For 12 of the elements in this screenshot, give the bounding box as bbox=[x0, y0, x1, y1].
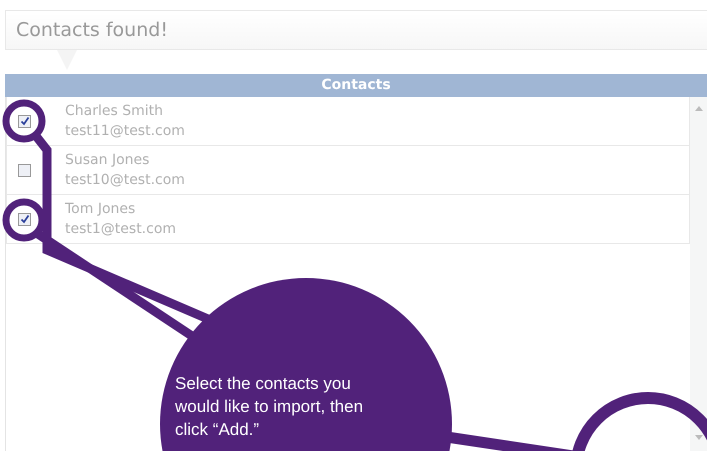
contacts-header: Contacts bbox=[5, 74, 707, 97]
message-banner: Contacts found! bbox=[5, 10, 707, 50]
contact-row[interactable]: Charles Smith test11@test.com bbox=[6, 97, 690, 146]
contact-email: test11@test.com bbox=[65, 122, 185, 141]
callout-text: Select the contacts you would like to import, then click “Add.” bbox=[175, 373, 364, 441]
contact-row[interactable]: Susan Jones test10@test.com bbox=[6, 146, 690, 195]
contact-name: Tom Jones bbox=[65, 200, 136, 219]
contact-email: test1@test.com bbox=[65, 220, 176, 239]
contact-name: Charles Smith bbox=[65, 102, 164, 121]
contact-row[interactable]: Tom Jones test1@test.com bbox=[6, 195, 690, 244]
contact-name: Susan Jones bbox=[65, 151, 150, 170]
contact-email: test10@test.com bbox=[65, 171, 185, 190]
